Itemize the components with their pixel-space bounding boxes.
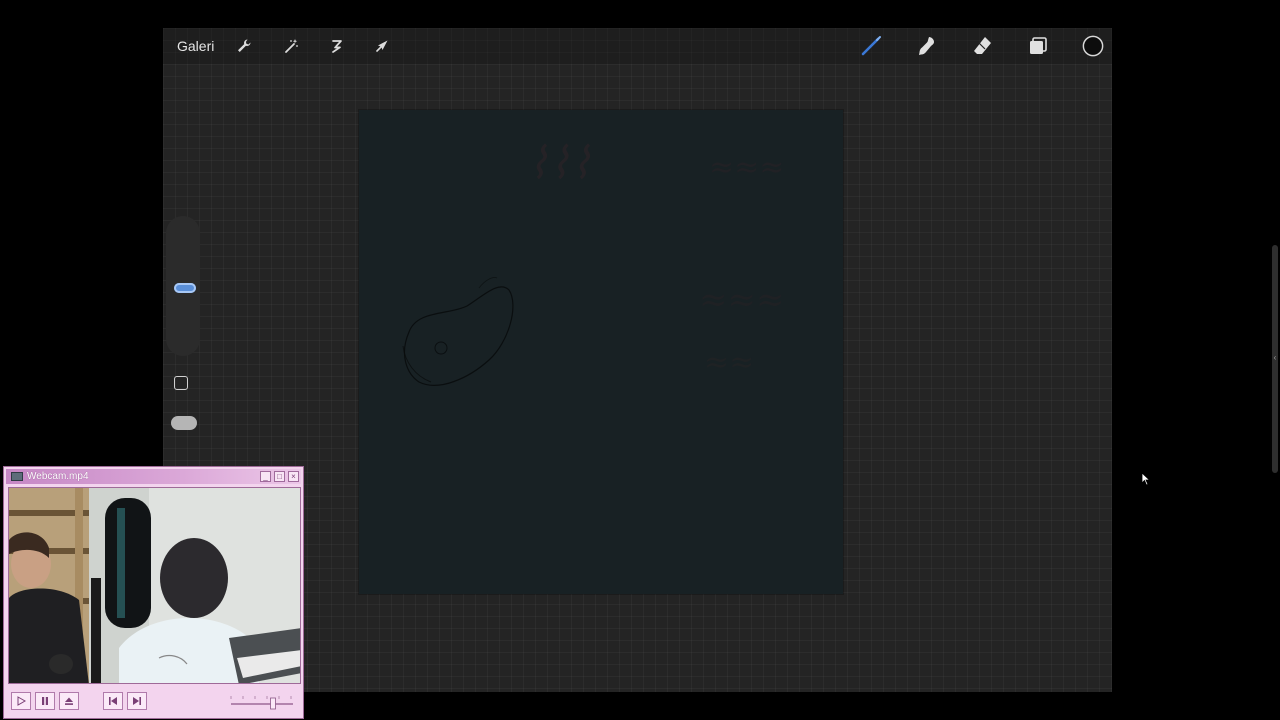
- webcam-video-image: [9, 488, 300, 683]
- next-icon: [133, 697, 141, 705]
- monitor-icon: [11, 472, 23, 481]
- modify-square-icon[interactable]: [174, 376, 188, 390]
- sketch-drawing: [402, 277, 514, 386]
- drawing-canvas[interactable]: ⌇⌇⌇ ≈≈≈ ≈≈≈ ≈≈: [359, 110, 843, 594]
- chevron-left-icon: ‹: [1273, 353, 1277, 362]
- close-button[interactable]: ×: [288, 471, 299, 482]
- volume-slider[interactable]: [229, 693, 295, 711]
- top-toolbar: Galeri: [163, 28, 1112, 64]
- brush-icon[interactable]: [860, 35, 882, 57]
- eject-button[interactable]: [59, 692, 79, 710]
- left-sidebar: [164, 216, 202, 448]
- play-icon: [17, 696, 26, 706]
- previous-icon: [109, 697, 117, 705]
- minimize-button[interactable]: _: [260, 471, 271, 482]
- brush-size-handle[interactable]: [174, 283, 196, 293]
- procreate-app-window: Galeri ⌇⌇⌇ ≈≈≈ ≈≈≈ ≈≈: [163, 28, 1112, 692]
- previous-button[interactable]: [103, 692, 123, 710]
- magic-wand-icon[interactable]: [280, 35, 302, 57]
- play-button[interactable]: [11, 692, 31, 710]
- player-title-bar[interactable]: Webcam.mp4 _ □ ×: [6, 469, 301, 484]
- eraser-icon[interactable]: [971, 35, 993, 57]
- media-player-window: Webcam.mp4 _ □ ×: [3, 466, 304, 719]
- wrench-icon[interactable]: [233, 35, 255, 57]
- player-controls: [7, 689, 300, 715]
- transform-arrow-icon[interactable]: [371, 35, 393, 57]
- webcam-video-frame[interactable]: [8, 487, 301, 684]
- gallery-button[interactable]: Galeri: [177, 37, 214, 55]
- pause-icon: [42, 697, 48, 705]
- eject-icon: [65, 697, 73, 705]
- side-panel-pull-tab[interactable]: ‹: [1272, 245, 1278, 473]
- smudge-icon[interactable]: [915, 35, 937, 57]
- color-circle-icon[interactable]: [1082, 35, 1104, 57]
- brush-size-slider[interactable]: [166, 216, 200, 356]
- maximize-button[interactable]: □: [274, 471, 285, 482]
- next-button[interactable]: [127, 692, 147, 710]
- opacity-slider[interactable]: [171, 416, 197, 430]
- volume-knob[interactable]: [270, 697, 276, 710]
- layers-icon[interactable]: [1027, 35, 1049, 57]
- pause-button[interactable]: [35, 692, 55, 710]
- selection-icon[interactable]: [326, 35, 348, 57]
- player-title: Webcam.mp4: [27, 471, 89, 482]
- mouse-pointer-icon: [1141, 472, 1151, 486]
- screen: Galeri ⌇⌇⌇ ≈≈≈ ≈≈≈ ≈≈ ‹ Webcam.mp4 _ □ ×: [0, 0, 1280, 720]
